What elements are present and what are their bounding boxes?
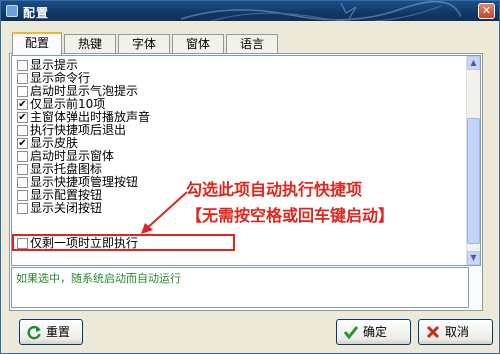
checkbox[interactable]: [17, 190, 28, 201]
x-icon: [426, 325, 440, 339]
reset-button-label: 重置: [46, 325, 71, 339]
annotation-text-line1: 勾选此项自动执行快捷项: [186, 180, 363, 199]
annotation-highlight-box: [12, 234, 235, 251]
annotation-text-line2: 【无需按空格或回车键启动】: [186, 206, 395, 225]
config-dialog: 配置 ✕ 配置 热键 字体 窗体 语言 显示提示 显示命令行 启动时显示气泡提示…: [0, 0, 500, 354]
close-button[interactable]: ✕: [478, 3, 495, 19]
checkbox-checked[interactable]: ✔: [17, 112, 28, 123]
description-box: 如果选中，随系统启动而自动运行: [11, 267, 469, 308]
tab-font[interactable]: 字体: [118, 34, 170, 54]
option-label: 显示关闭按钮: [30, 201, 103, 215]
scroll-down-icon[interactable]: ▼: [467, 251, 480, 265]
ok-button-label: 确定: [363, 325, 388, 339]
scroll-thumb[interactable]: [467, 118, 480, 244]
checkbox-checked[interactable]: ✔: [17, 138, 28, 149]
cancel-button-label: 取消: [445, 325, 470, 339]
title-bar[interactable]: 配置 ✕: [1, 1, 499, 21]
vertical-scrollbar[interactable]: ▲ ▼: [466, 56, 480, 265]
tab-config[interactable]: 配置: [12, 32, 62, 55]
checkbox-checked[interactable]: ✔: [17, 99, 28, 110]
scroll-up-icon[interactable]: ▲: [467, 56, 480, 70]
refresh-icon: [27, 325, 41, 340]
checkmark-icon: [343, 326, 359, 340]
tab-language[interactable]: 语言: [226, 34, 278, 54]
checkbox[interactable]: [17, 86, 28, 97]
title-bar-decoration: [180, 1, 461, 21]
checkbox[interactable]: [17, 177, 28, 188]
checkbox[interactable]: [17, 73, 28, 84]
checkbox[interactable]: [17, 151, 28, 162]
ok-button[interactable]: 确定: [336, 319, 411, 345]
description-text: 如果选中，随系统启动而自动运行: [16, 272, 181, 285]
checkbox[interactable]: [17, 125, 28, 136]
reset-button[interactable]: 重置: [19, 319, 83, 345]
app-icon: [6, 5, 18, 17]
tab-hotkey[interactable]: 热键: [64, 34, 116, 54]
annotation-arrow-icon: [141, 191, 188, 234]
checkbox[interactable]: [17, 164, 28, 175]
cancel-button[interactable]: 取消: [418, 319, 493, 345]
window-title: 配置: [23, 6, 50, 20]
tab-window[interactable]: 窗体: [172, 34, 224, 54]
checkbox[interactable]: [17, 203, 28, 214]
checkbox[interactable]: [17, 60, 28, 71]
